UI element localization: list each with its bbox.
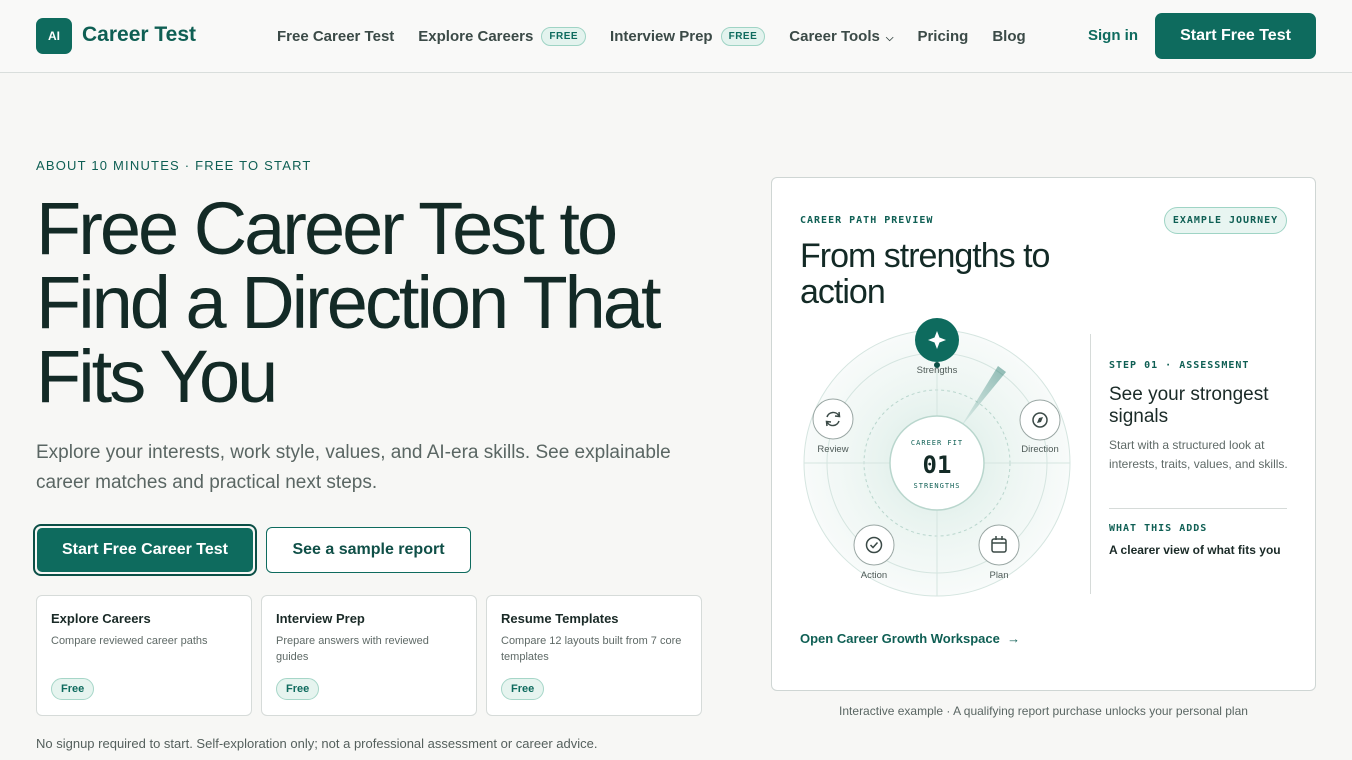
- nav-free-career-test[interactable]: Free Career Test: [277, 28, 394, 45]
- nav-blog[interactable]: Blog: [992, 28, 1025, 45]
- card-title: Interview Prep: [276, 611, 365, 626]
- node-label-direction: Direction: [1021, 444, 1059, 455]
- wheel-center-bottom: STRENGTHS: [914, 482, 961, 490]
- site-header: AI Career Test Free Career Test Explore …: [0, 0, 1352, 73]
- step-eyebrow: STEP 01 · ASSESSMENT: [1109, 360, 1250, 371]
- free-badge: Free: [276, 678, 320, 700]
- preview-divider: [1090, 334, 1091, 594]
- wheel-center-number: 01: [923, 451, 952, 479]
- wheel-node-review[interactable]: Review: [812, 398, 854, 455]
- card-title: Explore Careers: [51, 611, 151, 626]
- sign-in-link[interactable]: Sign in: [1088, 27, 1138, 44]
- main-nav: Free Career Test Explore Careers FREE Int…: [277, 27, 1050, 46]
- sample-report-button[interactable]: See a sample report: [266, 527, 471, 573]
- arrow-right-icon: →: [1007, 631, 1021, 646]
- card-description: Compare reviewed career paths: [51, 635, 208, 647]
- nav-label: Explore Careers: [418, 28, 534, 45]
- card-explore-careers[interactable]: Explore Careers Compare reviewed career …: [36, 595, 252, 716]
- adds-eyebrow: WHAT THIS ADDS: [1109, 523, 1208, 534]
- node-label-review: Review: [817, 444, 848, 455]
- hero-subtitle: Explore your interests, work style, valu…: [36, 442, 671, 493]
- free-badge: FREE: [541, 27, 587, 46]
- preview-eyebrow: CAREER PATH PREVIEW: [800, 215, 934, 226]
- start-free-career-test-button[interactable]: Start Free Career Test: [33, 524, 257, 576]
- nav-explore-careers[interactable]: Explore Careers FREE: [418, 27, 587, 46]
- free-badge: FREE: [720, 27, 766, 46]
- card-title: Resume Templates: [501, 611, 619, 626]
- card-interview-prep[interactable]: Interview Prep Prepare answers with revi…: [261, 595, 477, 716]
- preview-title: From strengths to action: [800, 237, 1050, 311]
- nav-pricing[interactable]: Pricing: [917, 28, 968, 45]
- nav-label: Career Tools: [789, 28, 880, 45]
- career-wheel: CAREER FIT 01 STRENGTHS Strengths Direct…: [803, 318, 1071, 597]
- step-description: Start with a structured look at interest…: [1109, 438, 1288, 471]
- adds-text: A clearer view of what fits you: [1109, 543, 1281, 557]
- open-workspace-link[interactable]: Open Career Growth Workspace →: [800, 631, 1020, 646]
- card-description: Compare 12 layouts built from 7 core tem…: [501, 635, 682, 663]
- node-label-action: Action: [861, 570, 887, 581]
- card-resume-templates[interactable]: Resume Templates Compare 12 layouts buil…: [486, 595, 702, 716]
- step-title: See your strongest signals: [1109, 384, 1269, 427]
- hero-title: Free Career Test to Find a Direction Tha…: [36, 187, 662, 418]
- wheel-node-strengths[interactable]: Strengths: [915, 318, 959, 376]
- disclaimer: No signup required to start. Self-explor…: [36, 736, 598, 751]
- free-badge: Free: [51, 678, 95, 700]
- nav-label: Free Career Test: [277, 28, 395, 45]
- start-free-test-button[interactable]: Start Free Test: [1155, 13, 1316, 59]
- wheel-center-top: CAREER FIT: [911, 439, 963, 447]
- career-path-preview: CAREER PATH PREVIEW EXAMPLE JOURNEY From…: [771, 177, 1316, 691]
- chevron-down-icon: ⌵: [885, 33, 894, 44]
- node-label-strengths: Strengths: [917, 365, 958, 376]
- nav-interview-prep[interactable]: Interview Prep FREE: [610, 27, 766, 46]
- card-description: Prepare answers with reviewed guides: [276, 635, 429, 663]
- logo-text[interactable]: Career Test: [82, 23, 196, 47]
- free-badge: Free: [501, 678, 545, 700]
- step-divider: [1109, 508, 1287, 509]
- node-label-plan: Plan: [989, 570, 1008, 581]
- nav-label: Blog: [992, 28, 1026, 45]
- wheel-node-direction[interactable]: Direction: [1019, 399, 1061, 455]
- hero-eyebrow: ABOUT 10 MINUTES · FREE TO START: [36, 158, 312, 173]
- nav-label: Pricing: [917, 28, 969, 45]
- nav-career-tools[interactable]: Career Tools ⌵: [789, 28, 893, 45]
- logo-badge[interactable]: AI: [36, 18, 72, 54]
- example-journey-pill: EXAMPLE JOURNEY: [1164, 207, 1287, 234]
- button-label: Start Free Career Test: [37, 528, 253, 572]
- feature-cards: Explore Careers Compare reviewed career …: [36, 595, 702, 716]
- preview-caption: Interactive example · A qualifying repor…: [839, 704, 1248, 718]
- link-label: Open Career Growth Workspace: [800, 631, 1000, 646]
- nav-label: Interview Prep: [610, 28, 713, 45]
